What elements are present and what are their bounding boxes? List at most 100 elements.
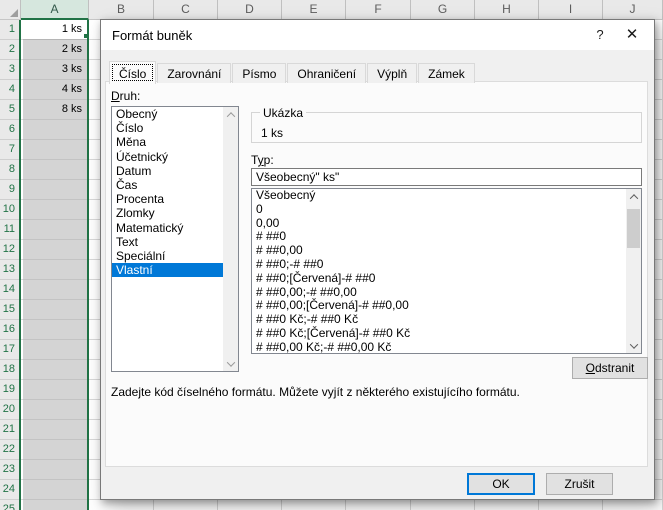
cell-a11[interactable]	[23, 220, 87, 240]
category-listbox[interactable]: ObecnýČísloMěnaÚčetnickýDatumČasProcenta…	[111, 106, 239, 372]
row-header-3[interactable]: 3	[0, 60, 19, 80]
row-header-23[interactable]: 23	[0, 460, 19, 480]
scroll-up-icon[interactable]	[223, 107, 238, 122]
category-item[interactable]: Vlastní	[112, 263, 223, 277]
type-code-item[interactable]: # ##0	[252, 230, 626, 244]
column-header-g[interactable]: G	[411, 0, 475, 20]
column-header-j[interactable]: J	[603, 0, 663, 20]
cell-a14[interactable]	[23, 280, 87, 300]
cell-a5[interactable]: 8 ks	[23, 100, 87, 120]
row-header-18[interactable]: 18	[0, 360, 19, 380]
scroll-down-icon[interactable]	[223, 356, 238, 371]
column-header-e[interactable]: E	[282, 0, 346, 20]
cell-a19[interactable]	[23, 380, 87, 400]
cell-a25[interactable]	[23, 500, 87, 510]
cell-a6[interactable]	[23, 120, 87, 140]
tab-cislo[interactable]: Číslo	[109, 61, 156, 84]
tab-zarovnani[interactable]: Zarovnání	[157, 63, 231, 83]
column-header-b[interactable]: B	[89, 0, 154, 20]
row-header-17[interactable]: 17	[0, 340, 19, 360]
category-item[interactable]: Čas	[112, 178, 223, 192]
tab-vypln[interactable]: Výplň	[367, 63, 417, 83]
row-header-16[interactable]: 16	[0, 320, 19, 340]
type-scrollbar[interactable]	[626, 189, 641, 353]
cell-a10[interactable]	[23, 200, 87, 220]
category-item[interactable]: Měna	[112, 135, 223, 149]
scroll-down-icon[interactable]	[626, 338, 641, 353]
cell-a4[interactable]: 4 ks	[23, 80, 87, 100]
type-code-item[interactable]: # ##0 Kč;[Červená]-# ##0 Kč	[252, 327, 626, 341]
type-code-item[interactable]: 0	[252, 203, 626, 217]
type-code-item[interactable]: # ##0;-# ##0	[252, 258, 626, 272]
cell-a23[interactable]	[23, 460, 87, 480]
tab-pismo[interactable]: Písmo	[232, 63, 286, 83]
cell-a3[interactable]: 3 ks	[23, 60, 87, 80]
cell-a15[interactable]	[23, 300, 87, 320]
row-header-1[interactable]: 1	[0, 20, 19, 40]
type-code-listbox[interactable]: Všeobecný00,00# ##0# ##0,00# ##0;-# ##0#…	[251, 188, 642, 354]
row-header-19[interactable]: 19	[0, 380, 19, 400]
row-header-13[interactable]: 13	[0, 260, 19, 280]
help-button[interactable]: ?	[584, 20, 616, 50]
ok-button[interactable]: OK	[467, 473, 535, 495]
delete-button[interactable]: Odstranit	[572, 357, 648, 379]
close-icon[interactable]: ✕	[616, 20, 648, 50]
cell-a16[interactable]	[23, 320, 87, 340]
cell-a13[interactable]	[23, 260, 87, 280]
category-item[interactable]: Datum	[112, 164, 223, 178]
category-item[interactable]: Číslo	[112, 121, 223, 135]
category-item[interactable]: Procenta	[112, 192, 223, 206]
row-header-6[interactable]: 6	[0, 120, 19, 140]
column-header-d[interactable]: D	[218, 0, 282, 20]
row-header-21[interactable]: 21	[0, 420, 19, 440]
column-header-h[interactable]: H	[475, 0, 539, 20]
cell-a9[interactable]	[23, 180, 87, 200]
tab-zamek[interactable]: Zámek	[418, 63, 475, 83]
dialog-titlebar[interactable]: Formát buněk ? ✕	[101, 20, 654, 50]
column-header-i[interactable]: I	[539, 0, 603, 20]
cell-a12[interactable]	[23, 240, 87, 260]
cell-a17[interactable]	[23, 340, 87, 360]
select-all-corner[interactable]	[0, 0, 21, 20]
cell-a8[interactable]	[23, 160, 87, 180]
cell-a18[interactable]	[23, 360, 87, 380]
category-item[interactable]: Speciální	[112, 249, 223, 263]
fill-handle[interactable]	[83, 33, 89, 39]
cancel-button[interactable]: Zrušit	[546, 473, 613, 495]
category-item[interactable]: Text	[112, 235, 223, 249]
scrollbar-thumb[interactable]	[627, 209, 640, 248]
row-header-15[interactable]: 15	[0, 300, 19, 320]
row-header-12[interactable]: 12	[0, 240, 19, 260]
type-code-item[interactable]: # ##0,00 Kč;-# ##0,00 Kč	[252, 341, 626, 354]
row-header-24[interactable]: 24	[0, 480, 19, 500]
category-item[interactable]: Obecný	[112, 107, 223, 121]
cell-a1[interactable]: 1 ks	[23, 20, 87, 40]
row-header-5[interactable]: 5	[0, 100, 19, 120]
row-header-10[interactable]: 10	[0, 200, 19, 220]
tab-ohraniceni[interactable]: Ohraničení	[287, 63, 366, 83]
category-item[interactable]: Zlomky	[112, 206, 223, 220]
type-code-item[interactable]: # ##0,00;[Červená]-# ##0,00	[252, 299, 626, 313]
cell-a7[interactable]	[23, 140, 87, 160]
type-code-item[interactable]: # ##0;[Červená]-# ##0	[252, 272, 626, 286]
type-code-item[interactable]: Všeobecný	[252, 189, 626, 203]
cell-a22[interactable]	[23, 440, 87, 460]
row-header-2[interactable]: 2	[0, 40, 19, 60]
row-header-11[interactable]: 11	[0, 220, 19, 240]
row-header-7[interactable]: 7	[0, 140, 19, 160]
category-item[interactable]: Účetnický	[112, 150, 223, 164]
row-header-14[interactable]: 14	[0, 280, 19, 300]
type-code-item[interactable]: # ##0 Kč;-# ##0 Kč	[252, 313, 626, 327]
row-header-25[interactable]: 25	[0, 500, 19, 510]
scroll-up-icon[interactable]	[626, 189, 641, 204]
row-header-9[interactable]: 9	[0, 180, 19, 200]
cell-a20[interactable]	[23, 400, 87, 420]
row-header-4[interactable]: 4	[0, 80, 19, 100]
row-header-8[interactable]: 8	[0, 160, 19, 180]
column-header-f[interactable]: F	[346, 0, 411, 20]
category-item[interactable]: Matematický	[112, 221, 223, 235]
column-header-c[interactable]: C	[154, 0, 218, 20]
selected-column-a[interactable]: 1 ks2 ks3 ks4 ks8 ks	[23, 20, 89, 510]
type-code-input[interactable]	[251, 168, 642, 186]
category-scrollbar[interactable]	[223, 107, 238, 371]
